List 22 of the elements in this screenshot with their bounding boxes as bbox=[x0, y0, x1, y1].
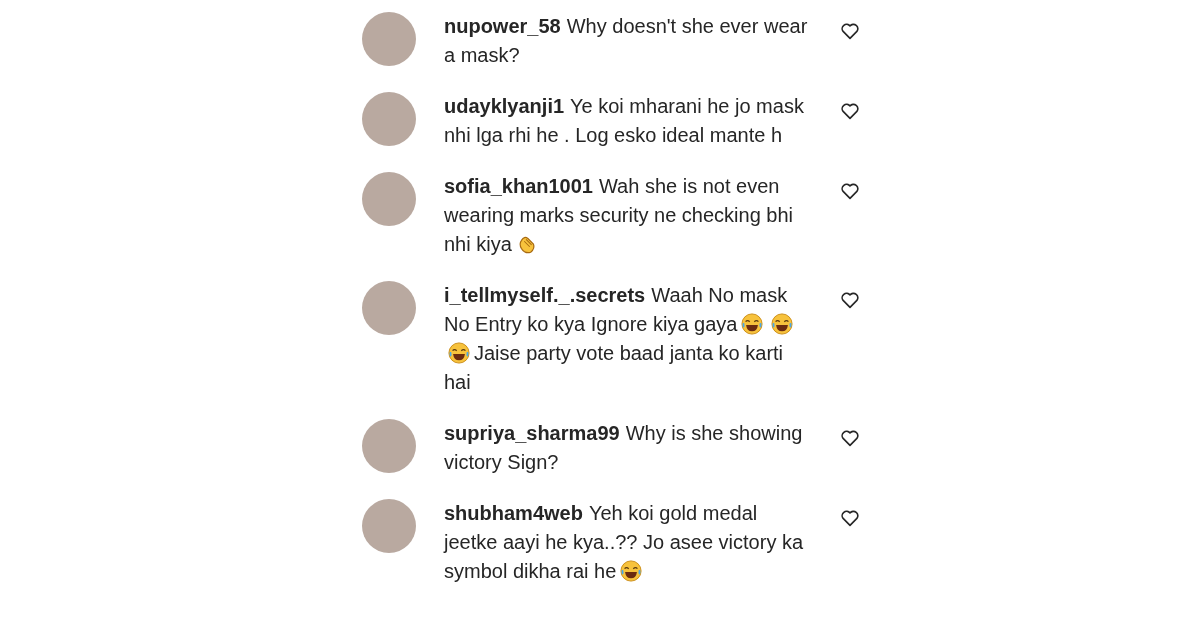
username-link[interactable]: supriya_sharma99 bbox=[444, 422, 620, 444]
comment-text: shubham4web Yeh koi gold medal jeetke aayi he kya..?? Jo asee victory ka symbol dikha rai he bbox=[444, 501, 805, 584]
heart-icon[interactable] bbox=[839, 289, 861, 311]
laughing-face-icon bbox=[741, 313, 764, 335]
username-link[interactable]: shubham4web bbox=[444, 502, 583, 524]
heart-icon[interactable] bbox=[839, 180, 861, 202]
username-link[interactable]: sofia_khan1001 bbox=[444, 175, 593, 197]
laughing-face-icon bbox=[771, 313, 794, 335]
laughing-face-icon bbox=[620, 560, 643, 582]
comment-text: sofia_khan1001 Wah she is not even wearing marks security ne checking bhi nhi kiya bbox=[444, 174, 795, 257]
username-link[interactable]: i_tellmyself._.secrets bbox=[444, 284, 646, 306]
username-link[interactable]: nupower_58 bbox=[444, 15, 561, 37]
username-link[interactable]: udayklyanji1 bbox=[444, 95, 565, 117]
laughing-face-icon bbox=[448, 342, 470, 364]
comment-text: i_tellmyself._.secrets Waah No mask No Entry ko kya Ignore kiya gaya Jaise party vote baad janta ko karti hai bbox=[444, 281, 811, 397]
comment-text: supriya_sharma99 Why is she showing victory Sign? bbox=[444, 421, 804, 475]
comment-text: nupower_58 Why doesn't she ever wear a mask? bbox=[444, 14, 809, 68]
heart-icon[interactable] bbox=[839, 507, 861, 529]
heart-icon[interactable] bbox=[839, 427, 861, 449]
comment-text: udayklyanji1 Ye koi mharani he jo mask nhi lga rhi he . Log esko ideal mante h bbox=[444, 94, 805, 148]
heart-icon[interactable] bbox=[839, 100, 861, 122]
heart-icon[interactable] bbox=[839, 20, 861, 42]
